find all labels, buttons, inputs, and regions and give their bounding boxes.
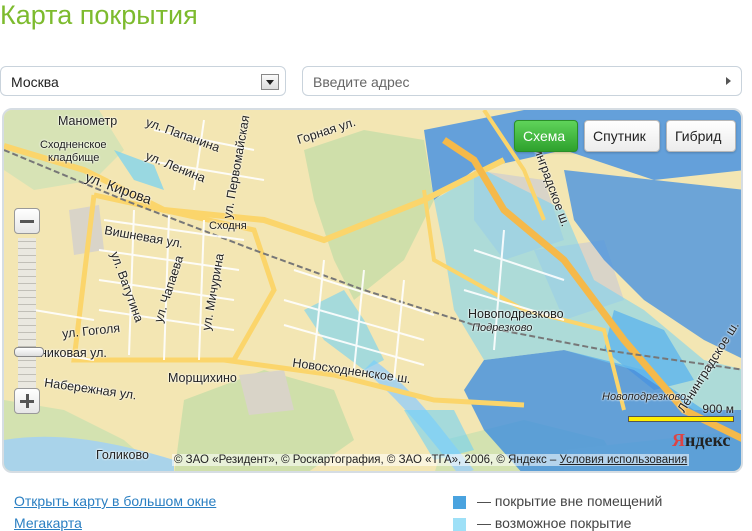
logo-first-letter: Я [672, 430, 685, 450]
zoom-slider-thumb[interactable] [14, 347, 44, 357]
address-search [302, 66, 742, 96]
zoom-out-button[interactable] [14, 208, 40, 234]
coverage-map[interactable]: Манометр Сходненское кладбище ул. Папани… [2, 108, 743, 473]
yandex-logo: Яндекс [672, 430, 730, 451]
minus-icon [20, 220, 34, 223]
map-copyright: © ЗАО «Резидент», © Роскартография, © ЗА… [172, 454, 690, 466]
open-big-map-link[interactable]: Открыть карту в большом окне [14, 493, 216, 509]
zoom-in-button[interactable] [14, 388, 40, 414]
map-label-podrezkovo: Подрезково [472, 322, 533, 334]
map-label-morshchikhino: Морщихино [168, 371, 237, 385]
address-input[interactable] [313, 72, 713, 92]
search-go-icon[interactable] [726, 77, 731, 85]
map-type-hybrid-button[interactable]: Гибрид [666, 120, 736, 152]
legend-label-outdoor: — покрытие вне помещений [477, 493, 663, 509]
chevron-down-icon[interactable] [261, 74, 279, 90]
map-label-skhodnenskoe: Сходненское [40, 139, 107, 151]
map-label-golikovo: Голиково [96, 448, 149, 462]
legend-swatch-outdoor [453, 496, 466, 509]
megakarta-link[interactable]: Мегакарта [14, 515, 82, 531]
map-label-kladbishche: кладбище [48, 152, 100, 164]
map-label-manometr: Манометр [58, 114, 118, 128]
map-label-novopodrezkovo-small: Новоподрезково [602, 391, 687, 403]
city-select-value: Москва [11, 74, 59, 90]
city-select[interactable]: Москва [0, 66, 286, 96]
map-type-satellite-button[interactable]: Спутник [584, 120, 660, 152]
page-title: Карта покрытия [0, 0, 198, 30]
map-type-scheme-button[interactable]: Схема [514, 120, 578, 152]
map-label-shodnya: Сходня [209, 220, 247, 232]
map-scale-text: 900 м [702, 402, 734, 416]
copyright-text: © ЗАО «Резидент», © Роскартография, © ЗА… [174, 454, 557, 466]
logo-rest: ндекс [685, 430, 731, 450]
zoom-slider-track[interactable] [18, 238, 36, 388]
terms-link[interactable]: Условия использования [560, 454, 688, 466]
plus-icon-v [26, 394, 29, 408]
zoom-control [14, 208, 44, 416]
map-label-nikovaya: никовая ул. [40, 346, 107, 360]
legend-label-possible: — возможное покрытие [477, 515, 632, 531]
map-label-novopodrezkovo: Новоподрезково [468, 307, 564, 321]
map-scale-bar [628, 416, 734, 422]
legend-swatch-possible [453, 518, 466, 531]
